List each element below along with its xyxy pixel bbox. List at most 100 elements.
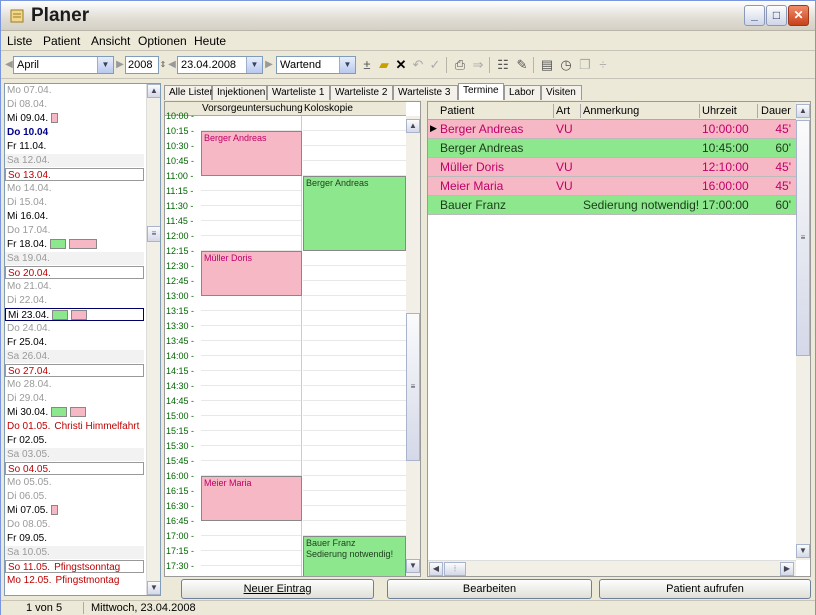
year-spinner[interactable]: 2008 bbox=[125, 56, 159, 74]
calendar-day-row[interactable]: Di 15.04. bbox=[5, 196, 144, 209]
scroll-down-icon[interactable]: ▼ bbox=[147, 581, 160, 595]
schedule-scrollbar[interactable]: ▲ ≡ ▼ bbox=[406, 116, 420, 576]
tab-visiten[interactable]: Visiten bbox=[541, 85, 582, 100]
calendar-day-row[interactable]: Mo 07.04. bbox=[5, 84, 144, 97]
scroll-up-icon[interactable]: ▲ bbox=[796, 104, 810, 118]
calendar-day-row[interactable]: Sa 19.04. bbox=[5, 252, 144, 265]
calendar-day-row[interactable]: Do 17.04. bbox=[5, 224, 144, 237]
new-entry-button[interactable]: Neuer Eintrag bbox=[181, 579, 374, 599]
split-icon[interactable]: ÷ bbox=[594, 57, 612, 73]
calendar-day-row[interactable]: Sa 12.04. bbox=[5, 154, 144, 167]
calendar-day-row[interactable]: Sa 10.05. bbox=[5, 546, 144, 559]
month-select[interactable]: April ▼ bbox=[13, 56, 114, 74]
appointment-block[interactable]: Meier Maria bbox=[201, 476, 302, 521]
calendar-day-row[interactable]: So 13.04. bbox=[5, 168, 144, 181]
close-button[interactable]: ✕ bbox=[788, 5, 809, 26]
calendar-day-row[interactable]: So 04.05. bbox=[5, 462, 144, 475]
scroll-thumb[interactable]: ⦙ bbox=[444, 562, 466, 576]
column-divider[interactable] bbox=[553, 104, 554, 118]
tab-warteliste-1[interactable]: Warteliste 1 bbox=[267, 85, 330, 100]
calendar-day-row[interactable]: Di 08.04. bbox=[5, 98, 144, 111]
scroll-thumb[interactable]: ≡ bbox=[147, 226, 160, 242]
menu-ansicht[interactable]: Ansicht bbox=[91, 34, 130, 48]
forward-icon[interactable]: ⇒ bbox=[469, 57, 487, 73]
calendar-day-row[interactable]: So 27.04. bbox=[5, 364, 144, 377]
column-header-uhrzeit[interactable]: Uhrzeit bbox=[702, 105, 737, 117]
check-icon[interactable]: ✓ bbox=[426, 57, 444, 73]
calendar-day-row[interactable]: So 20.04. bbox=[5, 266, 144, 279]
calendar-day-row[interactable]: Di 29.04. bbox=[5, 392, 144, 405]
scroll-up-icon[interactable]: ▲ bbox=[406, 119, 420, 133]
column-header-patient[interactable]: Patient bbox=[440, 105, 474, 117]
next-month-icon[interactable]: ▶ bbox=[115, 57, 125, 73]
calendar-day-row[interactable]: Mo 12.05. Pfingstmontag bbox=[5, 574, 144, 587]
column-header-anmerkung[interactable]: Anmerkung bbox=[583, 105, 639, 117]
call-patient-button[interactable]: Patient aufrufen bbox=[599, 579, 811, 599]
calendar-day-row[interactable]: Fr 02.05. bbox=[5, 434, 144, 447]
tab-alle-listen[interactable]: Alle Listen bbox=[164, 85, 215, 100]
calendar-day-row[interactable]: Di 06.05. bbox=[5, 490, 144, 503]
calendar-day-row[interactable]: Do 01.05. Christi Himmelfahrt bbox=[5, 420, 144, 433]
maximize-button[interactable]: □ bbox=[766, 5, 787, 26]
delete-icon[interactable]: ✕ bbox=[392, 57, 410, 73]
calendar-day-row[interactable]: Mi 23.04. bbox=[5, 308, 144, 321]
calendar-day-row[interactable]: Sa 03.05. bbox=[5, 448, 144, 461]
calendar-day-row[interactable]: Mi 09.04. bbox=[5, 112, 144, 125]
table-scrollbar[interactable]: ▲ ≡ ▼ bbox=[796, 102, 810, 560]
appointment-block[interactable]: Müller Doris bbox=[201, 251, 302, 296]
table-row[interactable]: Meier Maria VU 16:00:00 45' bbox=[428, 177, 796, 196]
calendar-day-row[interactable]: Mi 16.04. bbox=[5, 210, 144, 223]
calendar-day-row[interactable]: Mo 14.04. bbox=[5, 182, 144, 195]
calendar-day-row[interactable]: So 11.05. Pfingstsonntag bbox=[5, 560, 144, 573]
menu-patient[interactable]: Patient bbox=[43, 34, 80, 48]
scroll-up-icon[interactable]: ▲ bbox=[147, 84, 160, 98]
users-icon[interactable]: ☷ bbox=[494, 57, 512, 73]
menu-heute[interactable]: Heute bbox=[194, 34, 226, 48]
open-folder-icon[interactable]: ▰ bbox=[375, 57, 393, 73]
calendar-day-row[interactable]: Fr 18.04. bbox=[5, 238, 144, 251]
scroll-thumb[interactable]: ≡ bbox=[796, 120, 810, 356]
next-day-icon[interactable]: ▶ bbox=[264, 57, 274, 73]
calendar-day-row[interactable]: Fr 11.04. bbox=[5, 140, 144, 153]
calendar-day-row[interactable]: Do 10.04 bbox=[5, 126, 144, 139]
calendar-day-row[interactable]: Mo 05.05. bbox=[5, 476, 144, 489]
scroll-thumb[interactable]: ≡ bbox=[406, 313, 420, 461]
print-icon[interactable]: ⎙ bbox=[451, 57, 469, 73]
status-select[interactable]: Wartend ▼ bbox=[276, 56, 356, 74]
column-divider[interactable] bbox=[580, 104, 581, 118]
scroll-down-icon[interactable]: ▼ bbox=[796, 544, 810, 558]
scroll-right-icon[interactable]: ▶ bbox=[780, 562, 794, 576]
calendar-day-row[interactable]: Mo 21.04. bbox=[5, 280, 144, 293]
spin-icon[interactable]: ⇕ bbox=[159, 57, 167, 73]
tab-warteliste-2[interactable]: Warteliste 2 bbox=[330, 85, 393, 100]
table-row[interactable]: ▶ Berger Andreas VU 10:00:00 45' bbox=[428, 120, 796, 139]
table-row[interactable]: Müller Doris VU 12:10:00 45' bbox=[428, 158, 796, 177]
menu-optionen[interactable]: Optionen bbox=[138, 34, 187, 48]
appointment-block[interactable]: Bauer Franz Sedierung notwendig! bbox=[303, 536, 406, 576]
calendar-day-row[interactable]: Di 22.04. bbox=[5, 294, 144, 307]
calendar-scrollbar[interactable]: ▲ ≡ ▼ bbox=[146, 84, 160, 595]
copy-icon[interactable]: ❐ bbox=[576, 57, 594, 73]
undo-icon[interactable]: ↶ bbox=[409, 57, 427, 73]
tab-labor[interactable]: Labor bbox=[504, 85, 541, 100]
tab-termine[interactable]: Termine bbox=[458, 83, 504, 100]
new-entry-icon[interactable]: ± bbox=[358, 57, 376, 73]
calendar-day-row[interactable]: Fr 09.05. bbox=[5, 532, 144, 545]
edit-icon[interactable]: ✎ bbox=[513, 57, 531, 73]
column-divider[interactable] bbox=[699, 104, 700, 118]
calendar-day-row[interactable]: Do 08.05. bbox=[5, 518, 144, 531]
scroll-down-icon[interactable]: ▼ bbox=[406, 559, 420, 573]
table-row[interactable]: Bauer Franz Sedierung notwendig! 17:00:00 6… bbox=[428, 196, 796, 215]
column-divider[interactable] bbox=[757, 104, 758, 118]
minimize-button[interactable]: _ bbox=[744, 5, 765, 26]
edit-button[interactable]: Bearbeiten bbox=[387, 579, 592, 599]
calendar-day-row[interactable]: Mo 28.04. bbox=[5, 378, 144, 391]
prev-day-icon[interactable]: ◀ bbox=[167, 57, 177, 73]
table-horizontal-scrollbar[interactable]: ◀ ⦙ ▶ bbox=[428, 560, 796, 576]
calendar-day-row[interactable]: Do 24.04. bbox=[5, 322, 144, 335]
calendar-day-row[interactable]: Fr 25.04. bbox=[5, 336, 144, 349]
calendar-day-row[interactable]: Sa 26.04. bbox=[5, 350, 144, 363]
column-header-art[interactable]: Art bbox=[556, 105, 570, 117]
date-select[interactable]: 23.04.2008 ▼ bbox=[177, 56, 263, 74]
list-icon[interactable]: ▤ bbox=[538, 57, 556, 73]
